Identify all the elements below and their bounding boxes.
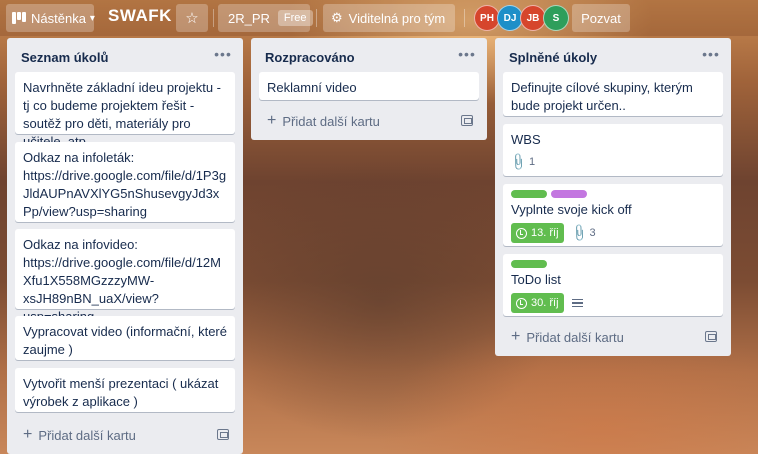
- list-item[interactable]: Vytvořit menší prezentaci ( ukázat výrob…: [15, 368, 235, 412]
- list-item[interactable]: Navrhněte základní ideu projektu -tj co …: [15, 72, 235, 149]
- list-item[interactable]: ToDo list 30. říj: [503, 254, 723, 316]
- list-item[interactable]: WBS 📎 1: [503, 124, 723, 176]
- due-date-badge[interactable]: 30. říj: [511, 293, 564, 313]
- divider: [316, 9, 317, 27]
- attachment-icon: 📎: [568, 222, 590, 244]
- label-green[interactable]: [511, 190, 547, 198]
- card-badges: 📎 1: [508, 152, 715, 172]
- clock-icon: [516, 297, 527, 309]
- due-date: 13. říj: [531, 227, 559, 239]
- card-labels: [511, 260, 715, 268]
- more-icon[interactable]: •••: [699, 42, 723, 66]
- visibility-label: Viditelná pro tým: [348, 10, 446, 26]
- list-item[interactable]: Definujte cílové skupiny, kterým bude pr…: [503, 72, 723, 116]
- boards-button-label: Nástěnka: [31, 10, 86, 26]
- template-icon[interactable]: [461, 115, 473, 126]
- list-item[interactable]: Vypracovat video (informační, které zauj…: [15, 316, 235, 360]
- visibility-button[interactable]: ⚙ Viditelná pro tým: [323, 4, 455, 32]
- add-card-label: Přidat další kartu: [38, 427, 136, 443]
- due-date: 30. říj: [531, 297, 559, 309]
- list-item[interactable]: Vyplnte svoje kick off 13. říj 📎 3: [503, 184, 723, 246]
- plus-icon: +: [23, 426, 33, 443]
- card-labels: [511, 190, 715, 198]
- more-icon[interactable]: •••: [211, 42, 235, 66]
- plus-icon: +: [511, 328, 521, 345]
- clock-icon: [516, 227, 527, 239]
- list-todo: Seznam úkolů ••• Navrhněte základní ideu…: [7, 38, 243, 454]
- star-button[interactable]: ☆: [176, 4, 208, 32]
- add-card-label: Přidat další kartu: [282, 113, 380, 129]
- description-icon: [571, 298, 583, 308]
- card-title: Vyplnte svoje kick off: [511, 202, 632, 217]
- board-header: Nástěnka ▾ SWAFK ☆ 2R_PR Free ⚙ Viditeln…: [0, 0, 758, 36]
- template-icon[interactable]: [217, 429, 229, 440]
- visibility-icon: ⚙: [331, 10, 343, 25]
- list-item[interactable]: Odkaz na infoleták: https://drive.google…: [15, 142, 235, 222]
- invite-button[interactable]: Pozvat: [572, 4, 630, 32]
- list-title[interactable]: Seznam úkolů: [7, 38, 243, 74]
- list-title[interactable]: Rozpracováno: [251, 38, 487, 74]
- card-title: ToDo list: [511, 272, 561, 287]
- divider: [213, 9, 214, 27]
- attachment-count: 3: [589, 227, 596, 239]
- list-item[interactable]: Odkaz na infovideo: https://drive.google…: [15, 229, 235, 324]
- avatar[interactable]: S: [543, 5, 569, 31]
- attachment-icon: 📎: [508, 151, 529, 173]
- plus-icon: +: [267, 112, 277, 129]
- boards-button[interactable]: Nástěnka ▾: [6, 4, 95, 32]
- list-title[interactable]: Splněné úkoly: [495, 38, 731, 74]
- list-item[interactable]: Reklamní video: [259, 72, 479, 100]
- attachment-count: 1: [528, 156, 536, 168]
- label-green[interactable]: [511, 260, 547, 268]
- card-badges: 13. říj 📎 3: [511, 223, 715, 243]
- add-card-label: Přidat další kartu: [526, 329, 624, 345]
- more-icon[interactable]: •••: [455, 42, 479, 66]
- add-card-button[interactable]: + Přidat další kartu: [503, 323, 723, 351]
- member-avatars: PH DJ JB S: [474, 5, 569, 31]
- attachment-badge: 📎 3: [569, 223, 596, 243]
- divider: [464, 9, 465, 27]
- team-button[interactable]: 2R_PR Free: [218, 4, 313, 32]
- card-title: WBS: [511, 132, 541, 147]
- plan-badge: Free: [277, 10, 313, 26]
- label-purple[interactable]: [551, 190, 587, 198]
- board-icon: [12, 12, 26, 24]
- add-card-button[interactable]: + Přidat další kartu: [259, 107, 479, 135]
- attachment-badge: 📎 1: [508, 152, 536, 172]
- team-name: 2R_PR: [228, 10, 270, 26]
- chevron-down-icon: ▾: [89, 12, 95, 24]
- due-date-badge[interactable]: 13. říj: [511, 223, 564, 243]
- board-title[interactable]: SWAFK: [108, 6, 172, 26]
- list-in-progress: Rozpracováno ••• Reklamní video + Přidat…: [251, 38, 487, 140]
- template-icon[interactable]: [705, 331, 717, 342]
- add-card-button[interactable]: + Přidat další kartu: [15, 421, 235, 449]
- card-badges: 30. říj: [511, 293, 715, 313]
- star-icon: ☆: [185, 10, 199, 27]
- list-done: Splněné úkoly ••• Definujte cílové skupi…: [495, 38, 731, 356]
